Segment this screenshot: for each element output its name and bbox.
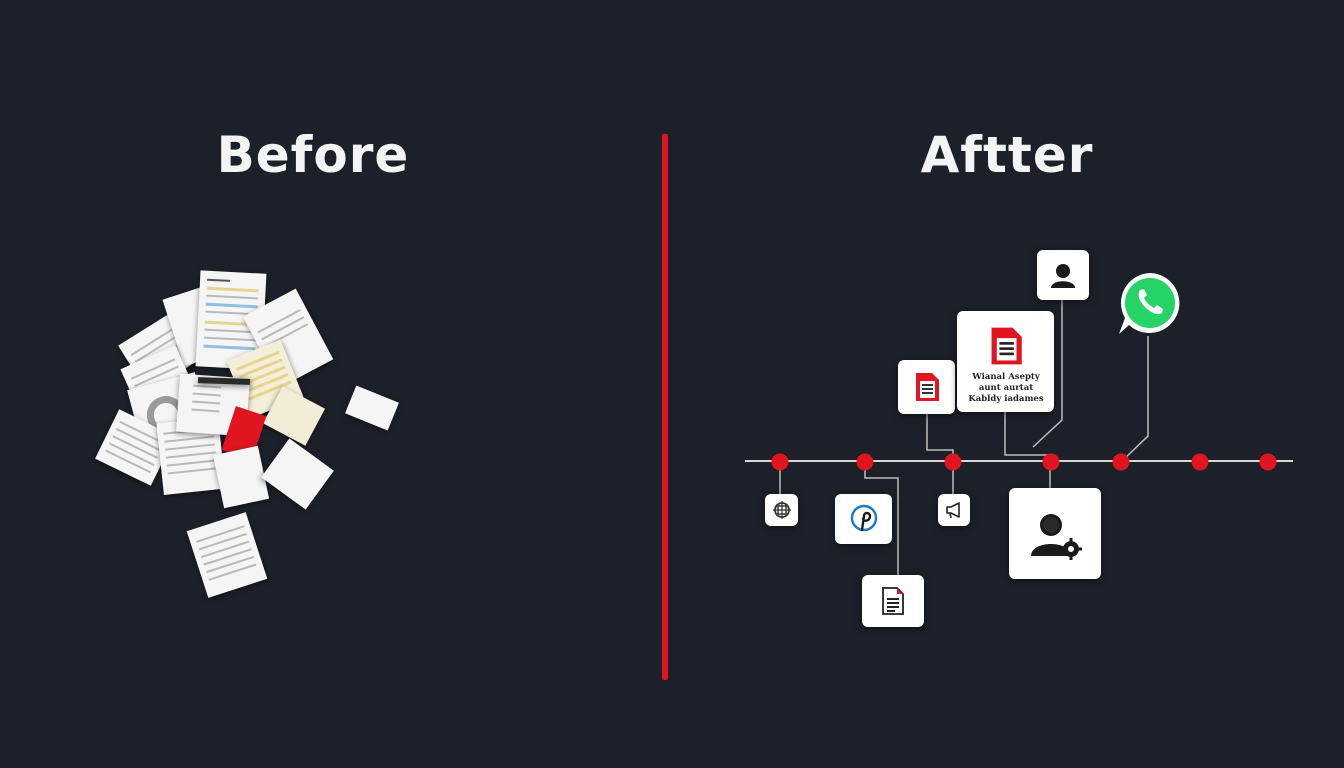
user-card [1037, 250, 1089, 300]
pinterest-card [835, 494, 892, 544]
user-settings-card [1009, 488, 1101, 579]
crosshair-icon [772, 501, 791, 519]
user-icon [1051, 264, 1075, 288]
timeline-node [1042, 453, 1060, 471]
whatsapp-icon [1119, 273, 1180, 334]
timeline-node [1112, 453, 1130, 471]
pinterest-icon [850, 504, 877, 532]
connector-lines [779, 300, 1149, 575]
timeline-line [745, 460, 1293, 462]
document-card-text: Wianal Asepty aunt aurtat Kabldy iadames [962, 372, 1050, 405]
document-card-small [898, 360, 955, 414]
timeline-node [944, 453, 962, 471]
document-icon [915, 373, 939, 401]
timeline-node [1259, 453, 1277, 471]
document-text-line: aunt aurtat [978, 383, 1034, 393]
timeline-node [856, 453, 874, 471]
user-settings-icon [1031, 513, 1082, 560]
megaphone-card [938, 494, 970, 526]
document-icon [991, 327, 1022, 365]
timeline-node [771, 453, 789, 471]
timeline-node [1191, 453, 1209, 471]
document-text-line: Kabldy iadames [968, 394, 1044, 404]
megaphone-icon [946, 502, 960, 519]
document-text-line: Wianal Asepty [972, 372, 1040, 382]
document-icon [882, 587, 904, 615]
document-card-bottom [862, 575, 924, 627]
crosshair-card [765, 494, 798, 526]
